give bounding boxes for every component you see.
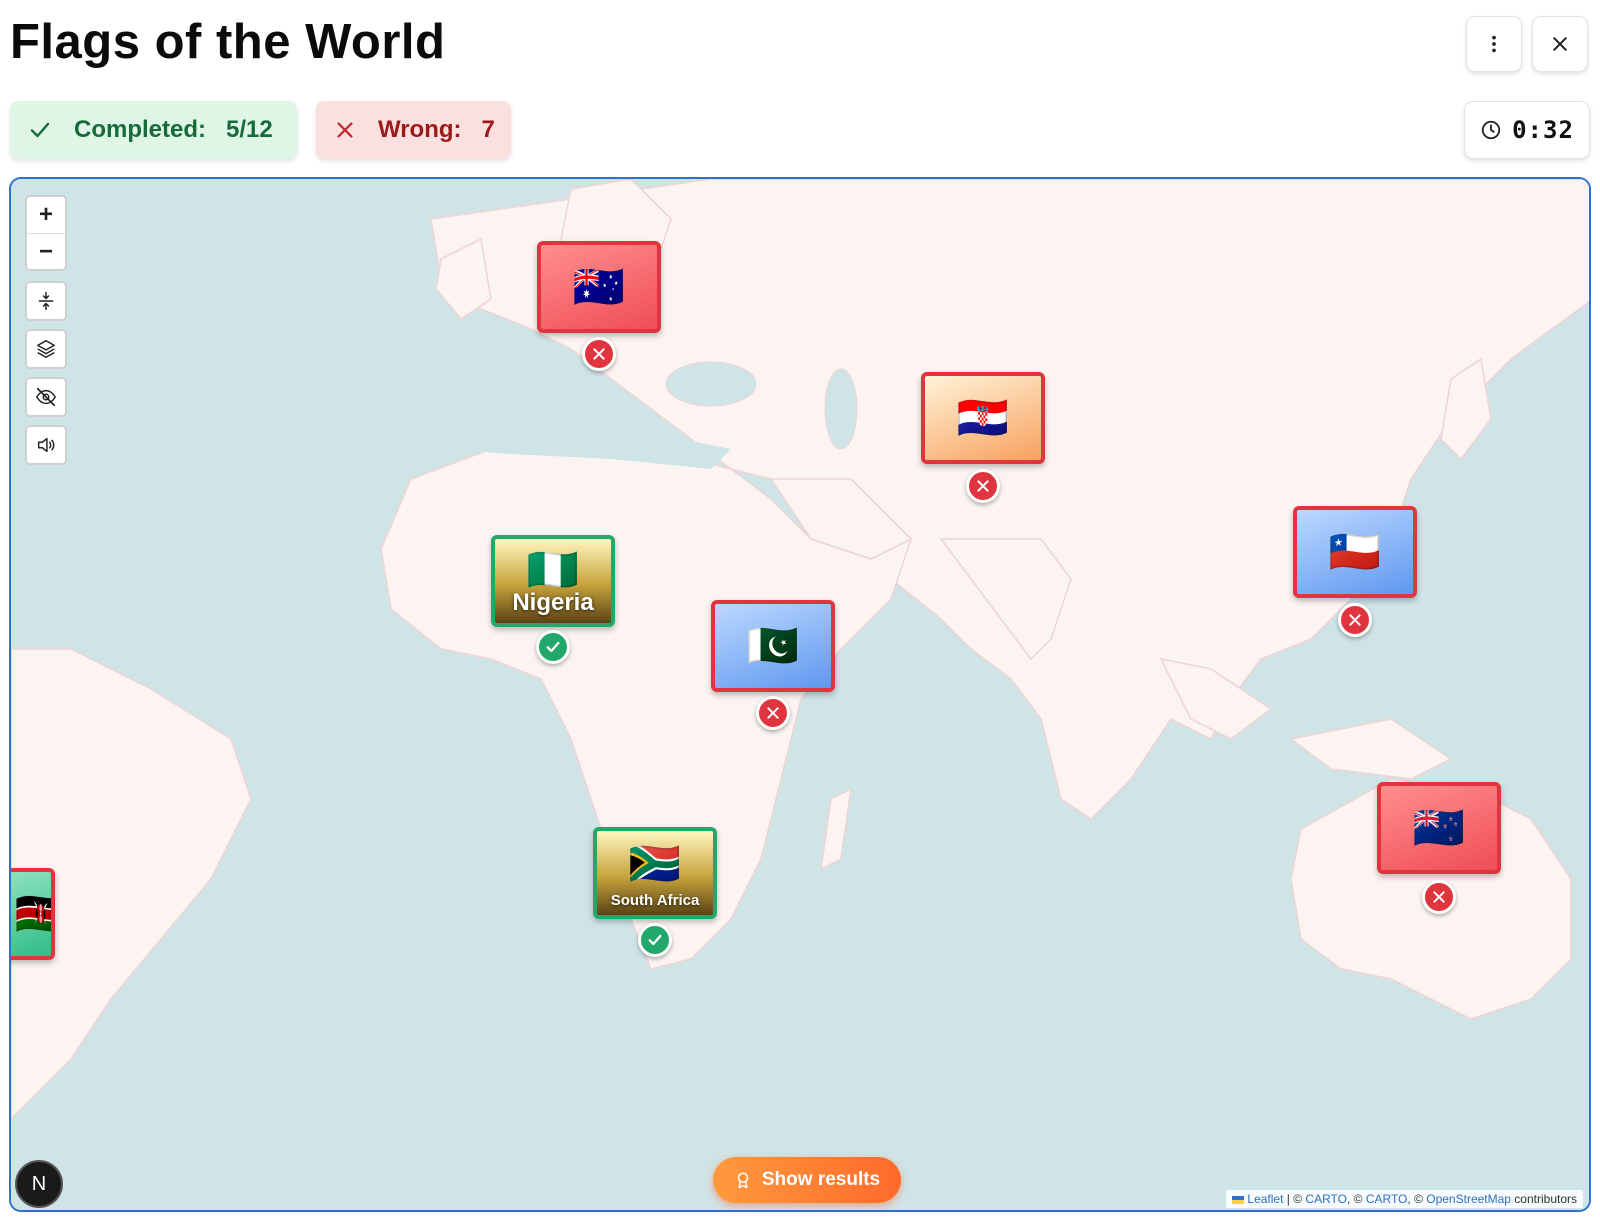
country-label: Nigeria — [512, 589, 594, 616]
x-icon — [1349, 614, 1361, 626]
wrong-pin — [1338, 603, 1372, 637]
wrong-pin — [1422, 880, 1456, 914]
flag-emoji: 🇳🇿 — [1412, 803, 1466, 852]
flag-marker-europe[interactable]: 🇦🇺 — [537, 241, 661, 333]
wrong-pin — [966, 469, 1000, 503]
wrong-label: Wrong: — [378, 116, 462, 143]
clock-icon — [1481, 120, 1501, 140]
world-map[interactable]: + − 🇦🇺 🇭🇷 🇨🇱 🇳🇬 Nigeria 🇵🇰 🇿🇦 South Afri… — [9, 177, 1591, 1212]
country-label: South Africa — [610, 892, 700, 909]
page-title: Flags of the World — [10, 15, 446, 69]
osm-link[interactable]: OpenStreetMap — [1426, 1192, 1511, 1206]
fit-bounds-control — [25, 281, 67, 321]
flag-emoji: 🇨🇱 — [1328, 527, 1382, 576]
zoom-in-button[interactable]: + — [27, 197, 65, 233]
flag-emoji: 🇵🇰 — [746, 621, 800, 670]
map-attribution: Leaflet | © CARTO, © CARTO, © OpenStreet… — [1226, 1190, 1583, 1208]
fit-bounds-button[interactable] — [27, 283, 65, 319]
timer-value: 0:32 — [1512, 116, 1574, 144]
layers-control — [25, 329, 67, 369]
zoom-out-button[interactable]: − — [27, 233, 65, 269]
flag-emoji: 🇦🇺 — [572, 262, 626, 311]
map-tiles — [11, 179, 1589, 1210]
sound-control — [25, 425, 67, 465]
flag-emoji: 🇭🇷 — [956, 393, 1010, 442]
check-icon — [546, 641, 560, 653]
zoom-control: + − — [25, 195, 67, 271]
toggle-visibility-button[interactable] — [27, 379, 65, 415]
wrong-value: 7 — [481, 116, 495, 143]
visibility-control — [25, 377, 67, 417]
check-icon — [648, 934, 662, 946]
completed-badge: Completed: 5/12 — [10, 101, 297, 159]
more-vertical-icon — [1492, 35, 1496, 53]
flag-marker-east-africa[interactable]: 🇵🇰 — [711, 600, 835, 692]
toggle-sound-button[interactable] — [27, 427, 65, 463]
show-results-button[interactable]: Show results — [713, 1157, 901, 1203]
flag-marker-australia[interactable]: 🇳🇿 — [1377, 782, 1501, 874]
more-options-button[interactable] — [1466, 16, 1522, 72]
eye-off-icon — [35, 387, 57, 407]
flag-marker-south-america-edge[interactable]: 🇰🇪 — [11, 868, 55, 960]
timer: 0:32 — [1464, 101, 1590, 159]
completed-label: Completed: — [74, 116, 206, 143]
close-icon — [1553, 37, 1567, 51]
compress-vertical-icon — [38, 291, 54, 311]
avatar[interactable]: N — [15, 1160, 63, 1208]
ukraine-flag-icon — [1232, 1195, 1245, 1204]
flag-emoji: 🇰🇪 — [15, 893, 51, 935]
x-icon — [593, 348, 605, 360]
completed-value: 5/12 — [226, 116, 273, 143]
flag-marker-southern-africa[interactable]: 🇿🇦 South Africa — [593, 827, 717, 919]
close-button[interactable] — [1532, 16, 1588, 72]
carto-link[interactable]: CARTO — [1366, 1192, 1408, 1206]
check-icon — [30, 122, 50, 138]
flag-emoji: 🇿🇦 — [628, 839, 682, 888]
x-icon — [337, 122, 353, 138]
flag-emoji: 🇳🇬 — [526, 545, 580, 594]
correct-pin — [536, 630, 570, 664]
leaflet-link[interactable]: Leaflet — [1247, 1192, 1283, 1206]
flag-marker-east-asia[interactable]: 🇨🇱 — [1293, 506, 1417, 598]
carto-link[interactable]: CARTO — [1305, 1192, 1347, 1206]
show-results-label: Show results — [761, 1169, 881, 1190]
flag-marker-south-asia[interactable]: 🇭🇷 — [921, 372, 1045, 464]
layers-button[interactable] — [27, 331, 65, 367]
volume-icon — [37, 437, 55, 453]
correct-pin — [638, 923, 672, 957]
x-icon — [1433, 891, 1445, 903]
x-icon — [767, 707, 779, 719]
flag-marker-west-africa[interactable]: 🇳🇬 Nigeria — [491, 535, 615, 627]
wrong-badge: Wrong: 7 — [316, 101, 511, 159]
award-icon — [737, 1172, 749, 1189]
wrong-pin — [582, 337, 616, 371]
layers-icon — [37, 340, 55, 358]
x-icon — [977, 480, 989, 492]
wrong-pin — [756, 696, 790, 730]
